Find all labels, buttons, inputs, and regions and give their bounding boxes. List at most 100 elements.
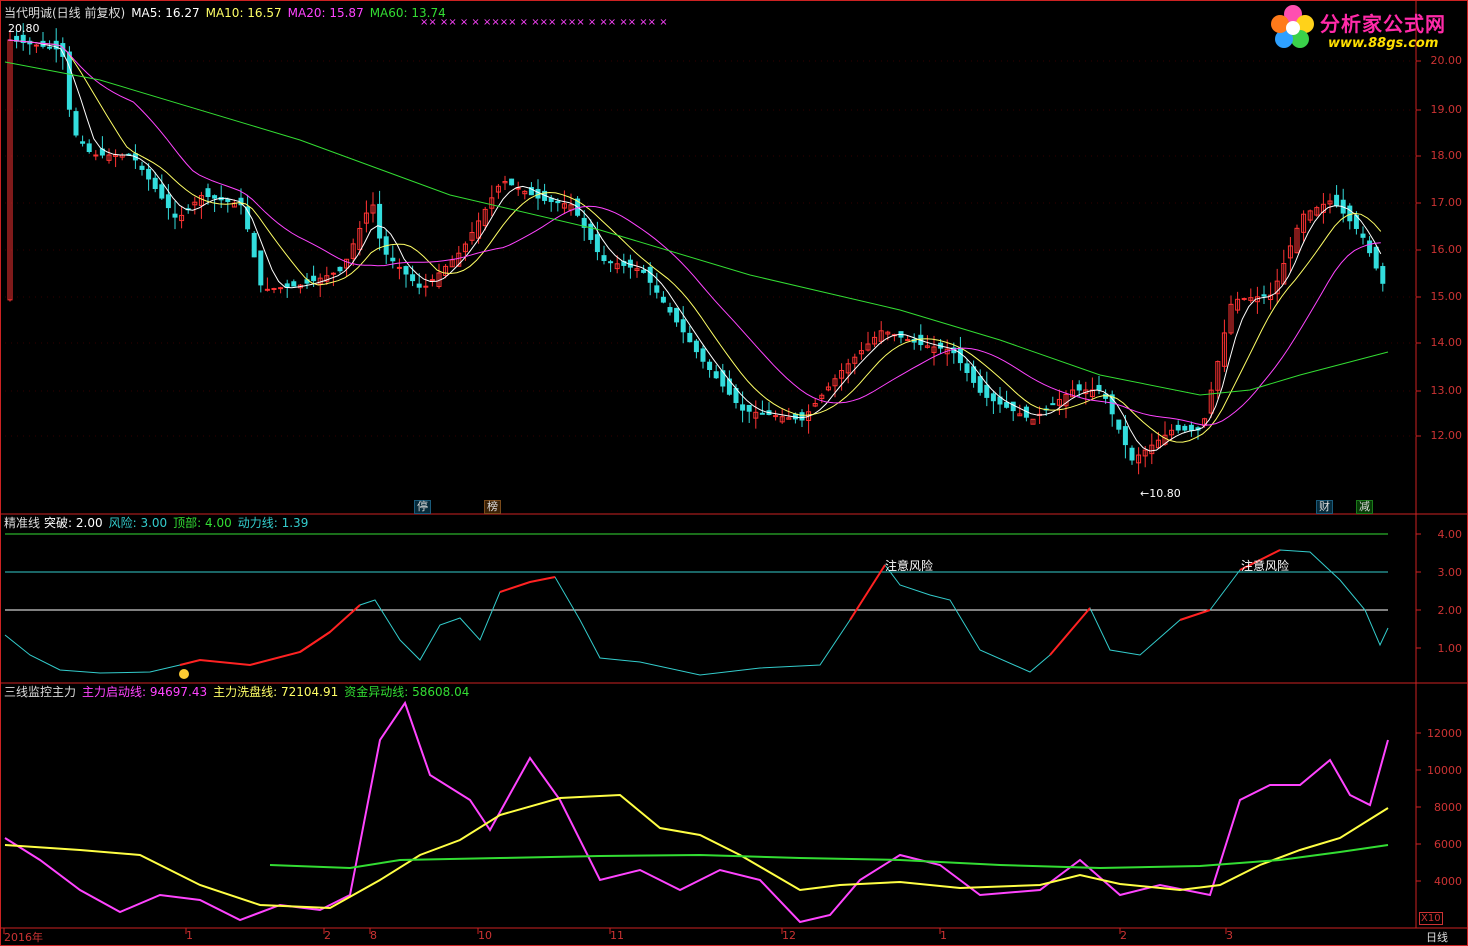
power-line-highlight bbox=[1049, 607, 1091, 656]
ma10-line bbox=[7, 39, 1382, 443]
ma20-value: MA20: 15.87 bbox=[287, 6, 364, 20]
candle-body bbox=[159, 184, 165, 199]
candle-body bbox=[674, 307, 680, 323]
price-tick: 20.00 bbox=[1430, 54, 1463, 67]
candle-body bbox=[1241, 297, 1247, 300]
candle-body bbox=[687, 332, 693, 343]
ma5-value: MA5: 16.27 bbox=[131, 6, 200, 20]
candle-body bbox=[1076, 384, 1082, 391]
candle-body bbox=[1188, 424, 1194, 431]
main-start-value: 主力启动线: 94697.43 bbox=[82, 685, 208, 699]
x-tick: 3 bbox=[1226, 929, 1233, 942]
price-tick: 14.00 bbox=[1430, 336, 1463, 349]
fund-move-value: 资金异动线: 58608.04 bbox=[344, 685, 470, 699]
top-value: 顶部: 4.00 bbox=[173, 516, 232, 530]
x-tick: 8 bbox=[370, 929, 377, 942]
stock-chart[interactable] bbox=[0, 0, 1468, 946]
candle-body bbox=[311, 275, 317, 282]
power-line-highlight bbox=[179, 631, 331, 667]
candle-body bbox=[984, 384, 990, 398]
candle-body bbox=[555, 200, 561, 204]
candle-body bbox=[212, 195, 218, 199]
badge-suspend[interactable]: 停 bbox=[414, 500, 431, 514]
candle-body bbox=[990, 393, 996, 402]
candle-body bbox=[707, 361, 713, 370]
candle-body bbox=[337, 266, 343, 272]
candle-body bbox=[146, 168, 152, 180]
candle-body bbox=[1380, 266, 1386, 284]
candle-body bbox=[225, 198, 231, 202]
flower-logo-icon bbox=[1271, 5, 1314, 48]
badge-list[interactable]: 榜 bbox=[484, 500, 501, 514]
logo-title: 分析家公式网 bbox=[1320, 12, 1446, 36]
candle-body bbox=[594, 234, 600, 253]
candle-body bbox=[47, 46, 53, 49]
candle-body bbox=[1122, 426, 1128, 446]
capital-tick: 6000 bbox=[1434, 838, 1462, 851]
candle-body bbox=[165, 194, 171, 209]
candle-body bbox=[660, 296, 666, 303]
price-tick: 13.00 bbox=[1430, 384, 1463, 397]
ma5-line bbox=[7, 39, 1382, 452]
candle-body bbox=[693, 340, 699, 353]
candle-body bbox=[396, 266, 402, 269]
breakout-value: 突破: 2.00 bbox=[44, 516, 103, 530]
power-line-value: 动力线: 1.39 bbox=[237, 516, 309, 530]
candle-body bbox=[1373, 246, 1379, 269]
candle-body bbox=[330, 272, 336, 275]
indicator-tick: 1.00 bbox=[1437, 642, 1463, 655]
candle-body bbox=[278, 287, 284, 290]
x-tick: 10 bbox=[478, 929, 492, 942]
power-line-highlight bbox=[499, 576, 556, 593]
price-tick: 18.00 bbox=[1430, 149, 1463, 162]
x-tick: 2 bbox=[324, 929, 331, 942]
candle-body bbox=[1360, 233, 1366, 238]
candle-body bbox=[1010, 401, 1016, 412]
scale-unit: X10 bbox=[1419, 912, 1443, 925]
candle-body bbox=[654, 285, 660, 293]
power-line-highlight bbox=[299, 604, 361, 653]
moneybag-icon bbox=[179, 669, 189, 679]
candle-body bbox=[773, 415, 779, 418]
candle-body bbox=[33, 44, 39, 47]
price-tick: 16.00 bbox=[1430, 243, 1463, 256]
candle-body bbox=[1096, 384, 1102, 391]
capital-tick: 10000 bbox=[1427, 764, 1462, 777]
indicator-tick: 4.00 bbox=[1437, 528, 1463, 541]
badge-reduce[interactable]: 减 bbox=[1356, 500, 1373, 514]
price-tick: 17.00 bbox=[1430, 196, 1463, 209]
price-tick: 15.00 bbox=[1430, 290, 1463, 303]
site-logo: 分析家公式网 www.88gs.com bbox=[1268, 2, 1464, 54]
badge-finance[interactable]: 财 bbox=[1316, 500, 1333, 514]
capital-title: 三线监控主力 bbox=[4, 685, 77, 699]
risk-annotation: 注意风险 bbox=[885, 559, 934, 573]
risk-value: 风险: 3.00 bbox=[108, 516, 168, 530]
candle-body bbox=[1004, 402, 1010, 408]
candle-body bbox=[423, 285, 429, 288]
period-label[interactable]: 日线 bbox=[1426, 929, 1448, 945]
power-line-highlight bbox=[849, 564, 886, 621]
candle-body bbox=[73, 111, 79, 136]
x-tick: 1 bbox=[186, 929, 193, 942]
candle-body bbox=[641, 269, 647, 273]
stock-title: 当代明诚(日线 前复权) bbox=[4, 6, 126, 20]
candle-body bbox=[172, 213, 178, 218]
capital-tick: 4000 bbox=[1434, 875, 1462, 888]
candle-body bbox=[799, 412, 805, 421]
high-price-marker: 20.80 bbox=[8, 22, 40, 35]
main-wash-line bbox=[4, 793, 1389, 910]
candle-body bbox=[284, 283, 290, 288]
candle-body bbox=[700, 348, 706, 362]
capital-panel-header: 三线监控主力 主力启动线: 94697.43 主力洗盘线: 72104.91 资金异动… bbox=[4, 685, 475, 699]
low-price-marker: ←10.80 bbox=[1140, 487, 1181, 500]
ma20-line bbox=[7, 39, 1381, 426]
candle-body bbox=[403, 266, 409, 275]
candle-body bbox=[1116, 419, 1122, 430]
indicator-tick: 2.00 bbox=[1437, 604, 1463, 617]
candle-body bbox=[515, 187, 521, 190]
power-line bbox=[4, 549, 1389, 676]
candle-body bbox=[759, 412, 765, 415]
candle-body bbox=[1367, 240, 1373, 254]
power-line-highlight bbox=[1179, 609, 1211, 621]
indicator-title: 精准线 bbox=[4, 516, 41, 530]
